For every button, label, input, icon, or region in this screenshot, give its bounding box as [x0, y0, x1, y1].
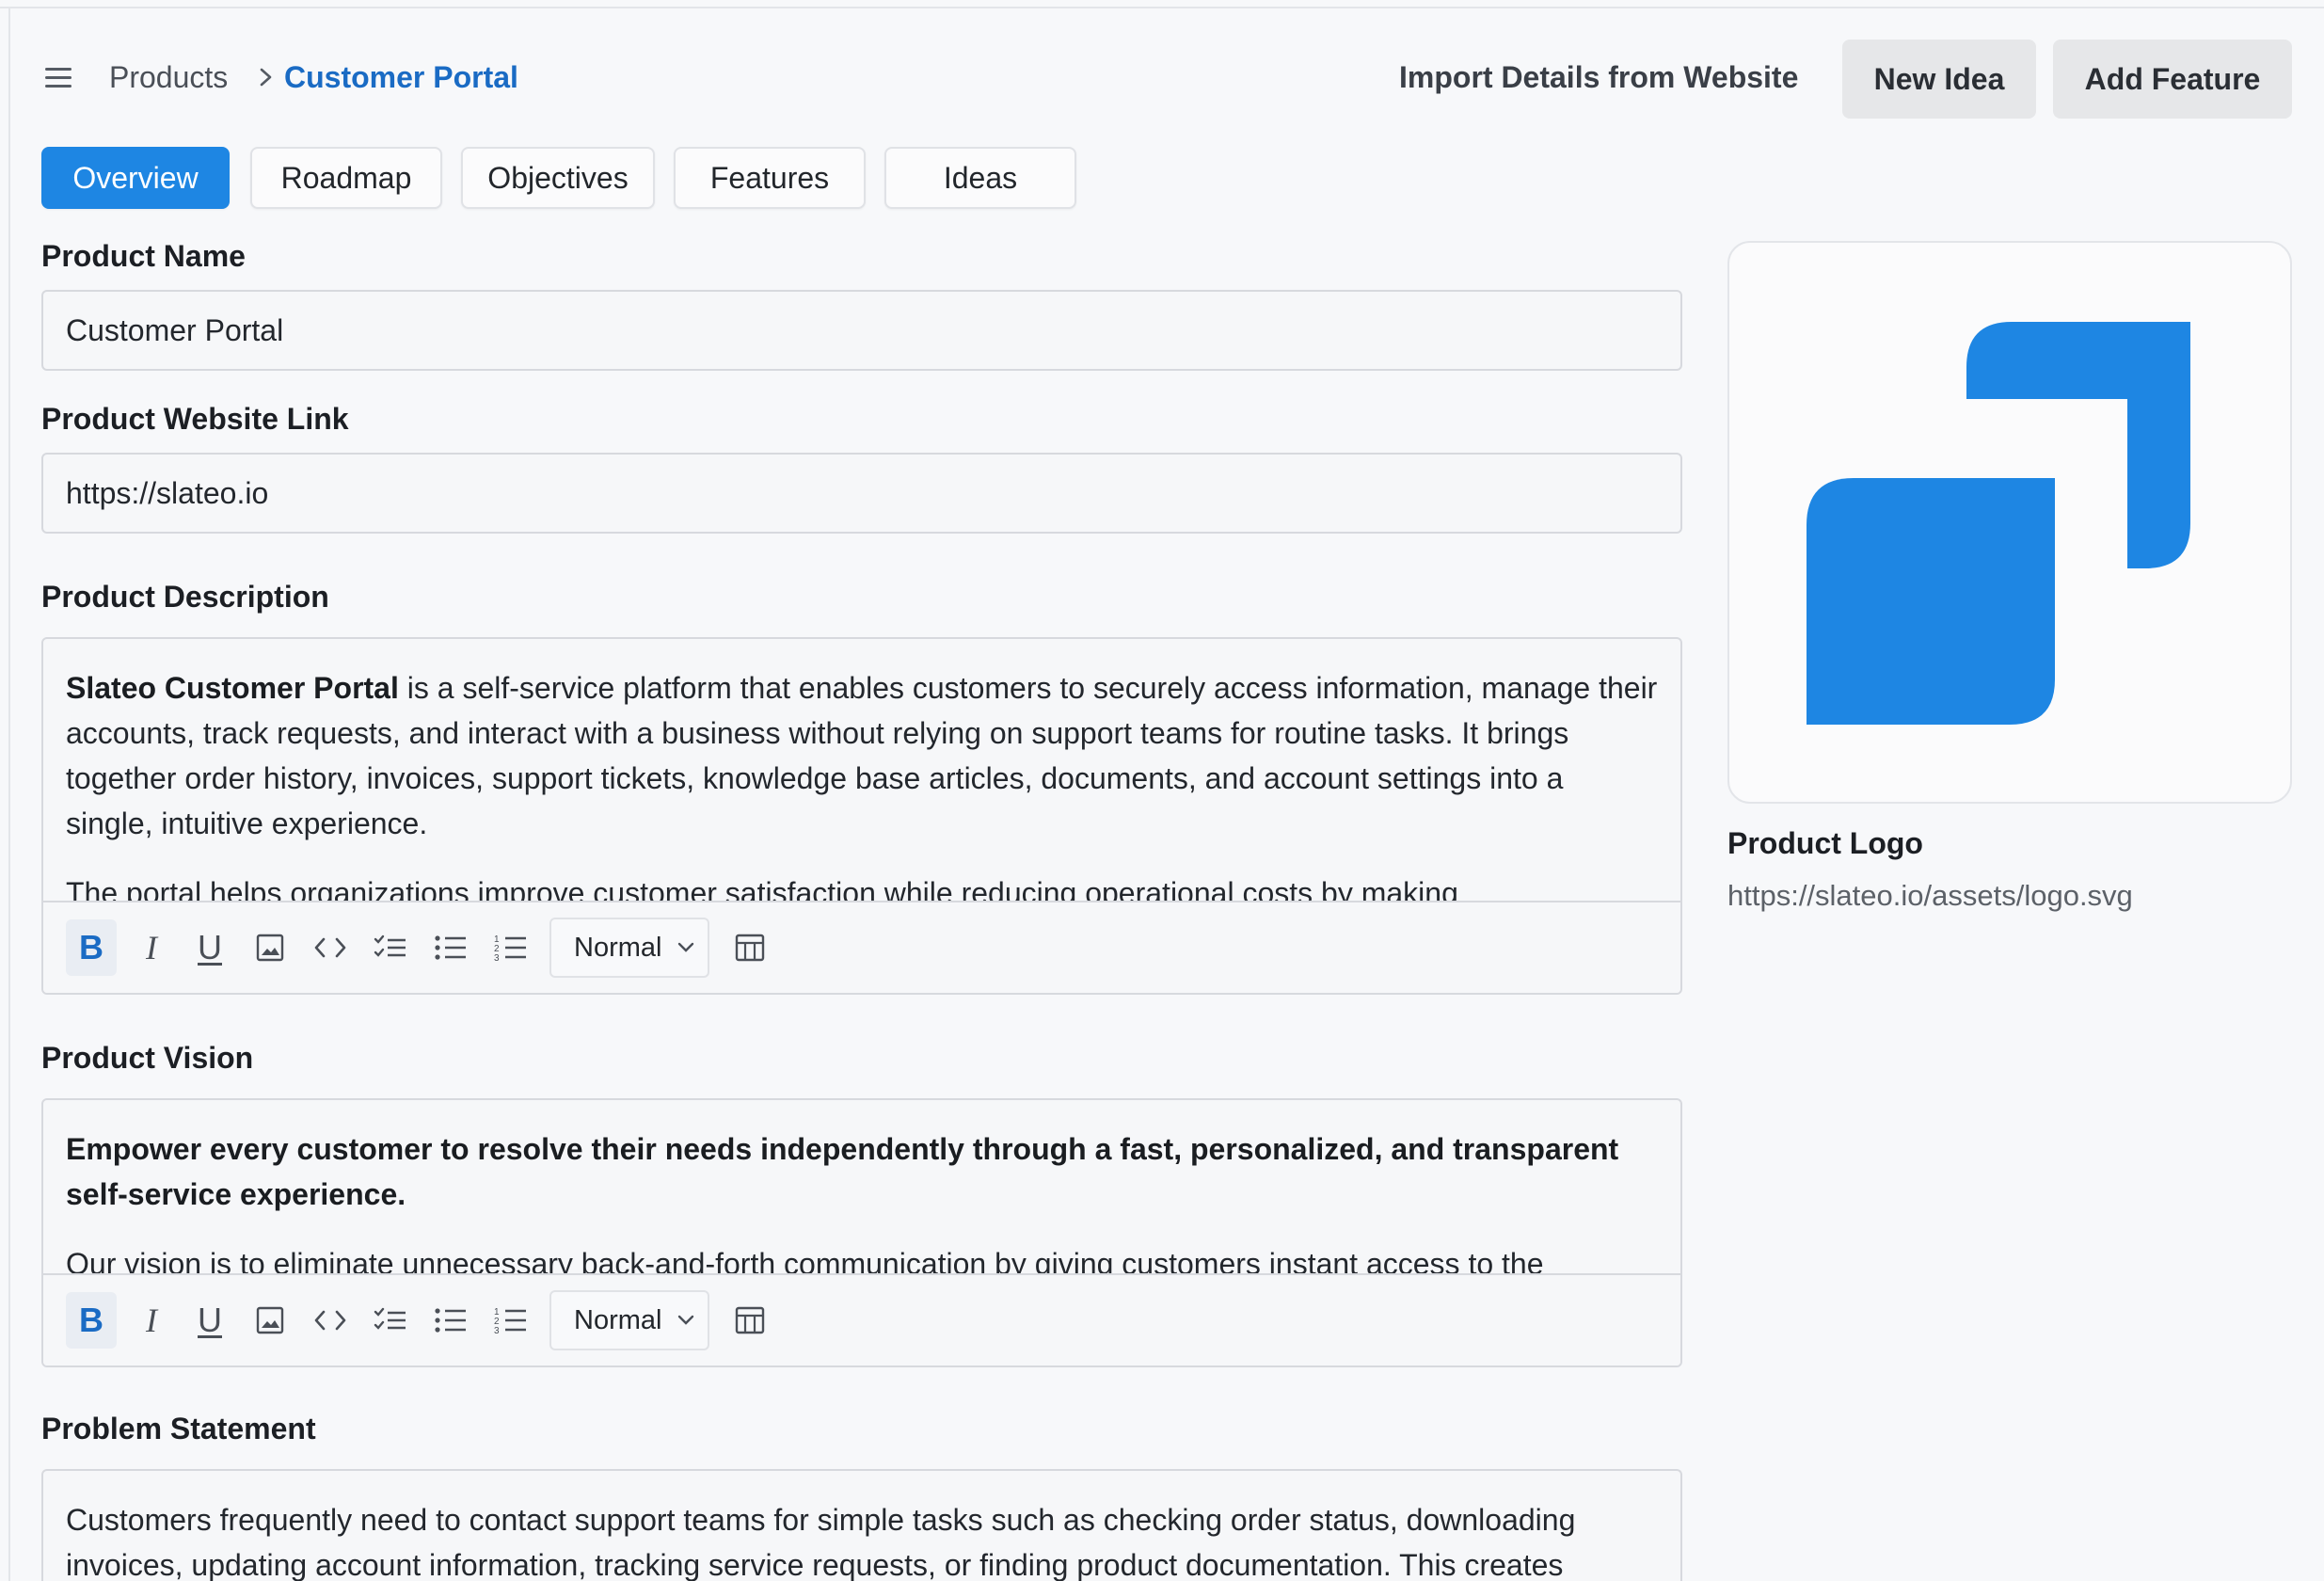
product-website-input[interactable]: https://slateo.io	[41, 453, 1682, 534]
table-icon	[735, 1306, 765, 1334]
vision-bold-text: Empower every customer to resolve their …	[66, 1132, 1619, 1211]
description-bold-lead: Slateo Customer Portal	[66, 671, 399, 705]
table-icon	[735, 934, 765, 962]
block-style-select[interactable]: Normal	[549, 918, 709, 978]
checklist-icon	[374, 934, 406, 957]
underline-button[interactable]: U	[184, 1292, 235, 1349]
code-icon	[314, 1310, 346, 1331]
svg-text:3: 3	[494, 953, 500, 963]
new-idea-button[interactable]: New Idea	[1842, 40, 2036, 119]
numbered-list-icon: 123	[494, 1307, 526, 1335]
underline-icon: U	[198, 1301, 222, 1339]
bold-button[interactable]: B	[66, 919, 117, 976]
bullet-list-button[interactable]	[425, 919, 476, 976]
image-icon	[256, 1306, 284, 1334]
numbered-list-button[interactable]: 123	[485, 919, 536, 976]
underline-icon: U	[198, 928, 222, 966]
product-vision-label: Product Vision	[41, 1041, 254, 1075]
product-vision-editor[interactable]: Empower every customer to resolve their …	[41, 1098, 1682, 1367]
italic-icon: I	[146, 929, 157, 966]
top-divider	[0, 0, 2324, 8]
product-name-input[interactable]: Customer Portal	[41, 290, 1682, 371]
block-style-value: Normal	[574, 932, 662, 963]
bold-icon: B	[79, 928, 103, 966]
product-logo-url[interactable]: https://slateo.io/assets/logo.svg	[1727, 879, 2133, 913]
vision-toolbar: B I U 123 Normal	[43, 1273, 1680, 1365]
slateo-logo	[1807, 322, 2190, 725]
italic-button[interactable]: I	[126, 919, 177, 976]
product-logo-preview[interactable]	[1727, 241, 2292, 804]
block-style-value: Normal	[574, 1304, 662, 1335]
bold-icon: B	[79, 1301, 103, 1339]
product-description-label: Product Description	[41, 580, 329, 614]
image-button[interactable]	[245, 919, 295, 976]
product-logo-label: Product Logo	[1727, 826, 1923, 860]
problem-statement-editor[interactable]: Customers frequently need to contact sup…	[41, 1469, 1682, 1581]
tab-features[interactable]: Features	[674, 147, 866, 209]
svg-text:3: 3	[494, 1326, 500, 1335]
code-icon	[314, 937, 346, 958]
product-website-label: Product Website Link	[41, 402, 349, 436]
problem-text: Customers frequently need to contact sup…	[66, 1503, 1576, 1581]
description-text-2: The portal helps organizations improve c…	[66, 876, 1458, 901]
chevron-down-icon	[677, 942, 694, 952]
vision-text-2: Our vision is to eliminate unnecessary b…	[66, 1247, 1544, 1273]
product-description-editor[interactable]: Slateo Customer Portal is a self-service…	[41, 637, 1682, 995]
block-style-select[interactable]: Normal	[549, 1290, 709, 1350]
import-details-button[interactable]: Import Details from Website	[1399, 60, 1798, 95]
underline-button[interactable]: U	[184, 919, 235, 976]
breadcrumb-current: Customer Portal	[284, 60, 518, 94]
table-button[interactable]	[724, 919, 775, 976]
description-content[interactable]: Slateo Customer Portal is a self-service…	[43, 639, 1680, 901]
page-header: Products Customer Portal Import Details …	[0, 38, 2324, 122]
chevron-down-icon	[677, 1315, 694, 1325]
code-button[interactable]	[305, 1292, 356, 1349]
description-toolbar: B I U 123 Normal	[43, 901, 1680, 993]
left-divider	[0, 8, 10, 1581]
bold-button[interactable]: B	[66, 1292, 117, 1349]
tab-roadmap[interactable]: Roadmap	[250, 147, 442, 209]
breadcrumb-products[interactable]: Products	[109, 60, 228, 95]
bullet-list-icon	[435, 935, 466, 960]
tab-objectives[interactable]: Objectives	[461, 147, 655, 209]
numbered-list-icon: 123	[494, 934, 526, 963]
bullet-list-icon	[435, 1308, 466, 1333]
problem-statement-label: Problem Statement	[41, 1412, 316, 1445]
italic-button[interactable]: I	[126, 1292, 177, 1349]
code-button[interactable]	[305, 919, 356, 976]
add-feature-button[interactable]: Add Feature	[2053, 40, 2292, 119]
problem-content[interactable]: Customers frequently need to contact sup…	[43, 1471, 1680, 1581]
italic-icon: I	[146, 1302, 157, 1339]
table-button[interactable]	[724, 1292, 775, 1349]
tab-overview[interactable]: Overview	[41, 147, 230, 209]
checklist-icon	[374, 1307, 406, 1330]
image-button[interactable]	[245, 1292, 295, 1349]
tab-ideas[interactable]: Ideas	[884, 147, 1076, 209]
hamburger-menu-icon[interactable]	[42, 66, 74, 90]
bullet-list-button[interactable]	[425, 1292, 476, 1349]
checklist-button[interactable]	[365, 919, 416, 976]
image-icon	[256, 934, 284, 962]
numbered-list-button[interactable]: 123	[485, 1292, 536, 1349]
chevron-right-icon	[260, 68, 272, 87]
vision-content[interactable]: Empower every customer to resolve their …	[43, 1100, 1680, 1273]
checklist-button[interactable]	[365, 1292, 416, 1349]
product-name-label: Product Name	[41, 239, 246, 273]
